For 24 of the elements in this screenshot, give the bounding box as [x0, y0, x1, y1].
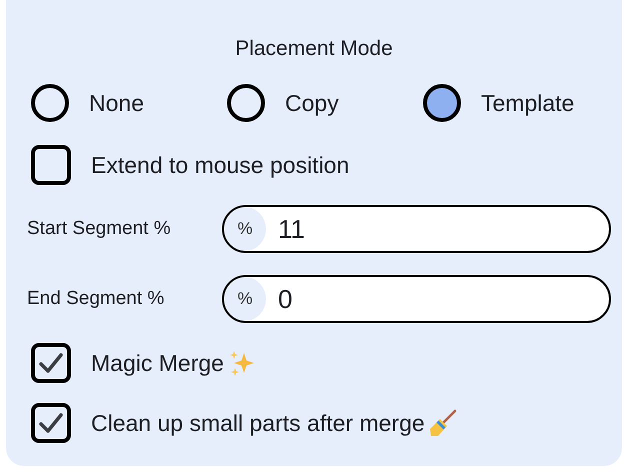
field-value: 0 [278, 284, 292, 314]
percent-prefix: % [224, 207, 266, 251]
checkbox-label: Extend to mouse position [91, 152, 350, 178]
broom-icon [428, 409, 457, 437]
input-field[interactable]: % 0 [222, 275, 611, 323]
field-label: End Segment % [27, 288, 166, 310]
check-icon [38, 352, 64, 374]
radio-label: None [89, 90, 144, 116]
checkbox[interactable] [31, 145, 71, 185]
radio-button[interactable] [423, 84, 461, 122]
radio-label: Template [481, 90, 574, 116]
radio-button[interactable] [31, 84, 69, 122]
radio-button[interactable] [227, 84, 265, 122]
section-title: Placement Mode [234, 37, 394, 61]
check-icon [38, 412, 64, 434]
radio-label: Copy [285, 90, 339, 116]
checkbox[interactable] [31, 343, 71, 383]
checkbox-label: Magic Merge [91, 350, 224, 376]
input-field[interactable]: % 11 [222, 205, 611, 253]
field-label: Start Segment % [27, 218, 172, 240]
field-value: 11 [278, 214, 305, 244]
percent-prefix: % [224, 277, 266, 321]
checkbox-label: Clean up small parts after merge [91, 410, 425, 436]
checkbox[interactable] [31, 403, 71, 443]
